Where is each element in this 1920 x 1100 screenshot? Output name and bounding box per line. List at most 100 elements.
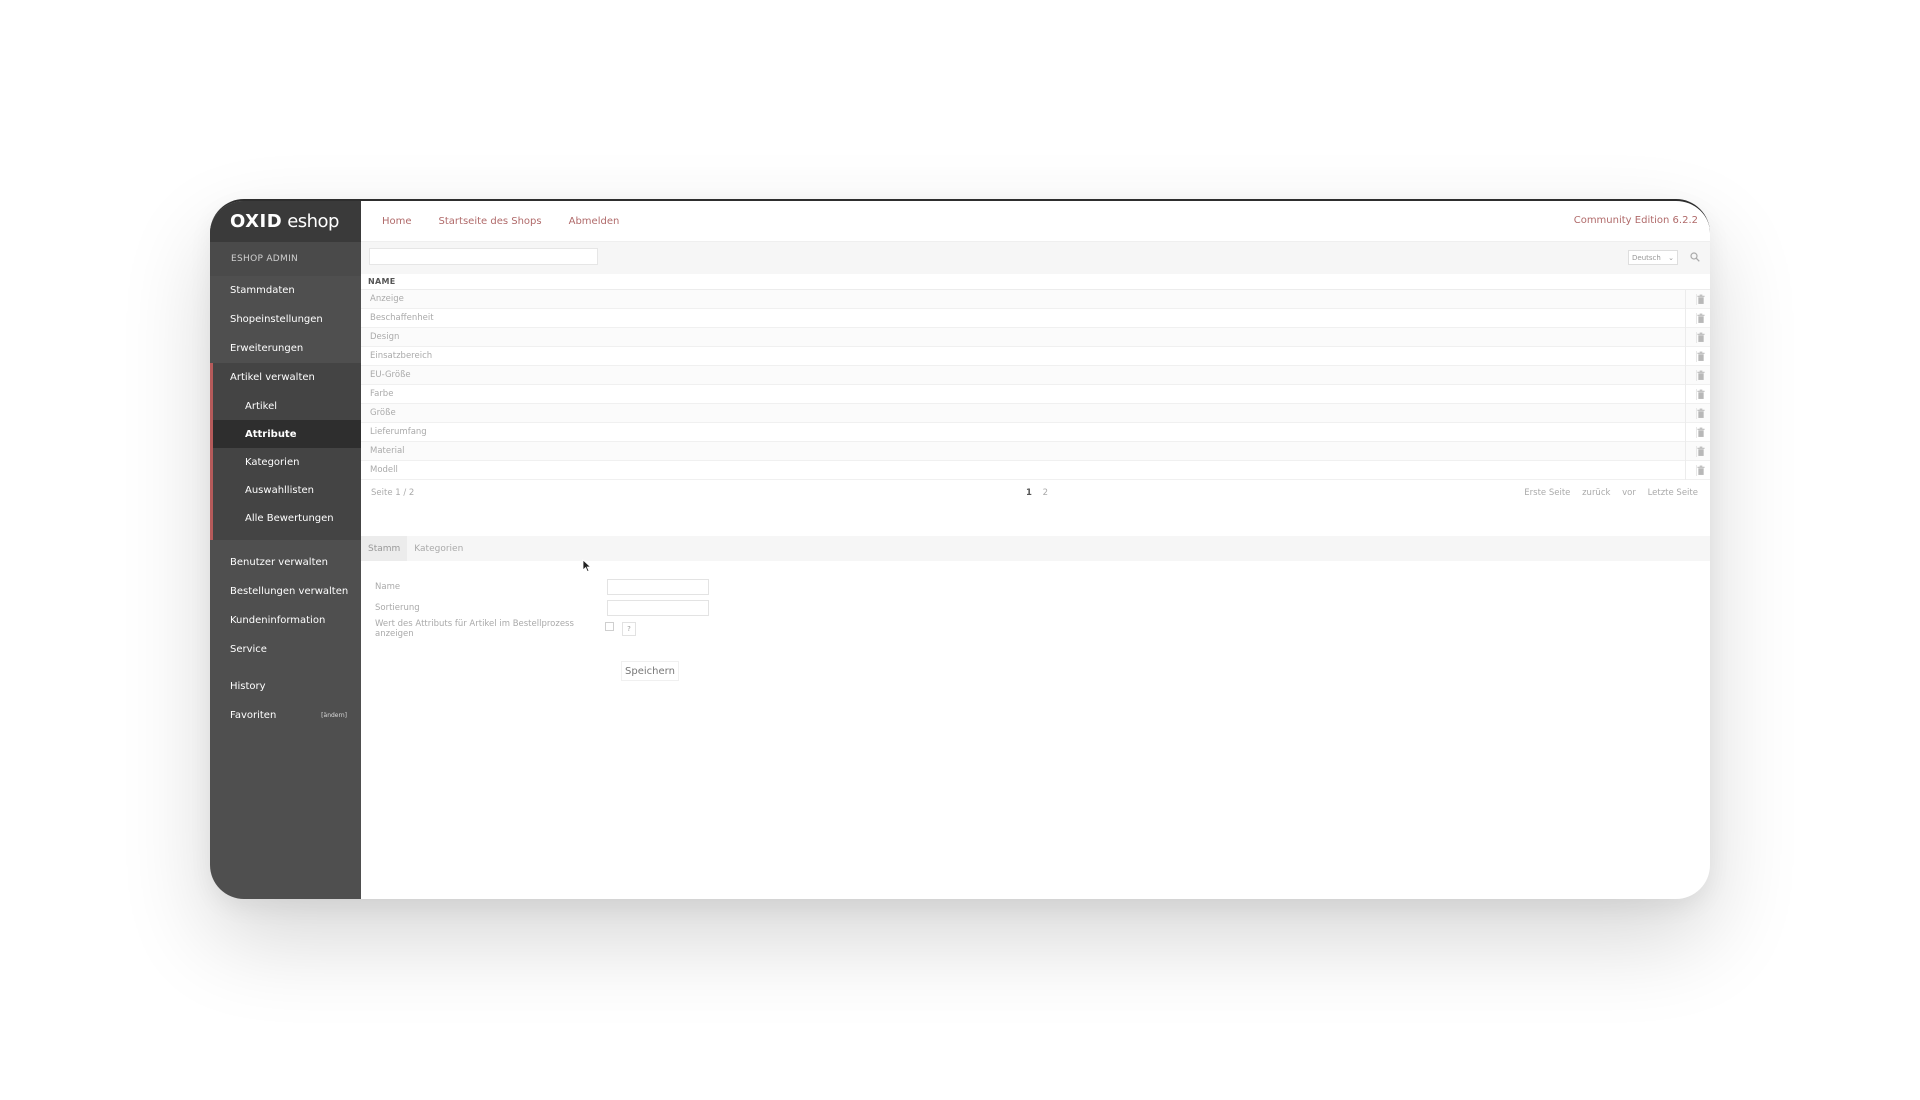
- delete-cell: [1685, 461, 1710, 480]
- nav-shop-start-link[interactable]: Startseite des Shops: [439, 216, 542, 227]
- trash-icon[interactable]: [1696, 332, 1705, 343]
- display-label: Wert des Attributs für Artikel im Bestel…: [375, 618, 574, 639]
- nav-home-link[interactable]: Home: [382, 216, 412, 227]
- delete-cell: [1685, 366, 1710, 385]
- trash-icon[interactable]: [1696, 370, 1705, 381]
- form-row-name: Name: [375, 576, 709, 597]
- name-label: Name: [375, 581, 401, 592]
- page-nav-links: Erste Seite zurück vor Letzte Seite: [1515, 488, 1698, 498]
- sidebar-item-erweiterungen[interactable]: Erweiterungen: [210, 334, 361, 363]
- column-header-name[interactable]: NAME: [361, 274, 1710, 290]
- delete-cell: [1685, 423, 1710, 442]
- table-row[interactable]: Design: [361, 328, 1710, 347]
- row-name[interactable]: Farbe: [370, 389, 393, 399]
- row-name[interactable]: Größe: [370, 408, 396, 418]
- delete-cell: [1685, 328, 1710, 347]
- table-row[interactable]: Lieferumfang: [361, 423, 1710, 442]
- table-row[interactable]: Farbe: [361, 385, 1710, 404]
- search-icon[interactable]: [1690, 252, 1700, 262]
- logo-eshop: eshop: [287, 211, 339, 232]
- sidebar-item-benutzer[interactable]: Benutzer verwalten: [210, 548, 361, 577]
- trash-icon[interactable]: [1696, 294, 1705, 305]
- delete-cell: [1685, 309, 1710, 328]
- language-select-value: Deutsch: [1632, 253, 1661, 262]
- table-row[interactable]: Einsatzbereich: [361, 347, 1710, 366]
- top-navigation: Home Startseite des Shops Abmelden: [361, 201, 1710, 242]
- trash-icon[interactable]: [1696, 427, 1705, 438]
- page-info: Seite 1 / 2: [371, 487, 415, 498]
- logo-oxid: OXID: [230, 211, 283, 232]
- attribute-form: Name Sortierung Wert des Attributs für A…: [375, 576, 709, 681]
- page-link-2[interactable]: 2: [1043, 488, 1048, 498]
- sidebar-item-shopeinstellungen[interactable]: Shopeinstellungen: [210, 305, 361, 334]
- sidebar-subitem-alle-bewertungen[interactable]: Alle Bewertungen: [213, 504, 361, 532]
- sidebar-item-history[interactable]: History: [210, 672, 361, 701]
- row-name[interactable]: Lieferumfang: [370, 427, 427, 437]
- help-icon[interactable]: ?: [622, 621, 636, 636]
- trash-icon[interactable]: [1696, 465, 1705, 476]
- trash-icon[interactable]: [1696, 446, 1705, 457]
- app-window: OXID eshop ESHOP ADMIN Stammdaten Shopei…: [210, 199, 1710, 899]
- delete-cell: [1685, 290, 1710, 309]
- language-select[interactable]: Deutsch ⌄: [1628, 250, 1678, 265]
- logo[interactable]: OXID eshop: [210, 201, 361, 242]
- pagination: Seite 1 / 2 1 2 Erste Seite zurück vor L…: [361, 480, 1710, 505]
- first-page-link[interactable]: Erste Seite: [1524, 488, 1570, 498]
- page-current: 1: [1026, 488, 1032, 498]
- display-checkbox[interactable]: [605, 622, 614, 631]
- trash-icon[interactable]: [1696, 351, 1705, 362]
- sidebar-item-stammdaten[interactable]: Stammdaten: [210, 276, 361, 305]
- tab-stamm[interactable]: Stamm: [361, 536, 408, 561]
- table-row[interactable]: Größe: [361, 404, 1710, 423]
- sidebar-subitem-auswahllisten[interactable]: Auswahllisten: [213, 476, 361, 504]
- sort-field[interactable]: [607, 599, 709, 616]
- name-field[interactable]: [607, 578, 709, 595]
- row-name[interactable]: Modell: [370, 465, 398, 475]
- table-row[interactable]: Material: [361, 442, 1710, 461]
- trash-icon[interactable]: [1696, 313, 1705, 324]
- trash-icon[interactable]: [1696, 389, 1705, 400]
- last-page-link[interactable]: Letzte Seite: [1648, 488, 1698, 498]
- table-row[interactable]: EU-Größe: [361, 366, 1710, 385]
- row-name[interactable]: Einsatzbereich: [370, 351, 432, 361]
- admin-label: ESHOP ADMIN: [210, 242, 361, 276]
- sidebar-item-service[interactable]: Service: [210, 635, 361, 664]
- delete-cell: [1685, 385, 1710, 404]
- sidebar-subitem-attribute[interactable]: Attribute: [213, 420, 361, 448]
- tab-kategorien[interactable]: Kategorien: [407, 536, 470, 561]
- attribute-list: Anzeige Beschaffenheit Design Einsatzber…: [361, 290, 1710, 480]
- next-page-link[interactable]: vor: [1622, 488, 1636, 498]
- sidebar-item-kundeninformation[interactable]: Kundeninformation: [210, 606, 361, 635]
- sidebar: OXID eshop ESHOP ADMIN Stammdaten Shopei…: [210, 201, 361, 899]
- detail-tabs: Stamm Kategorien: [361, 536, 1710, 561]
- row-name[interactable]: Material: [370, 446, 405, 456]
- row-name[interactable]: Design: [370, 332, 399, 342]
- nav-logout-link[interactable]: Abmelden: [569, 216, 620, 227]
- prev-page-link[interactable]: zurück: [1582, 488, 1610, 498]
- table-row[interactable]: Modell: [361, 461, 1710, 480]
- sidebar-item-bestellungen[interactable]: Bestellungen verwalten: [210, 577, 361, 606]
- sidebar-subitem-kategorien[interactable]: Kategorien: [213, 448, 361, 476]
- sidebar-item-artikel-verwalten[interactable]: Artikel verwalten: [213, 363, 361, 392]
- delete-cell: [1685, 347, 1710, 366]
- name-filter-input[interactable]: [369, 248, 598, 265]
- form-row-sort: Sortierung: [375, 597, 709, 618]
- sort-label: Sortierung: [375, 602, 420, 613]
- row-name[interactable]: EU-Größe: [370, 370, 411, 380]
- edition-label: Community Edition 6.2.2: [1573, 215, 1698, 226]
- table-row[interactable]: Beschaffenheit: [361, 309, 1710, 328]
- row-name[interactable]: Beschaffenheit: [370, 313, 434, 323]
- sidebar-item-favoriten[interactable]: Favoriten [ändern]: [210, 701, 361, 730]
- row-name[interactable]: Anzeige: [370, 294, 404, 304]
- table-row[interactable]: Anzeige: [361, 290, 1710, 309]
- save-button[interactable]: Speichern: [621, 661, 679, 681]
- delete-cell: [1685, 404, 1710, 423]
- page-numbers: 1 2: [1026, 488, 1048, 498]
- sidebar-subitem-artikel[interactable]: Artikel: [213, 392, 361, 420]
- chevron-down-icon: ⌄: [1668, 253, 1674, 262]
- form-row-display: Wert des Attributs für Artikel im Bestel…: [375, 618, 709, 639]
- favoriten-edit-link[interactable]: [ändern]: [321, 712, 347, 719]
- filter-bar: Deutsch ⌄: [361, 242, 1710, 274]
- trash-icon[interactable]: [1696, 408, 1705, 419]
- main-content: Home Startseite des Shops Abmelden Commu…: [361, 201, 1710, 899]
